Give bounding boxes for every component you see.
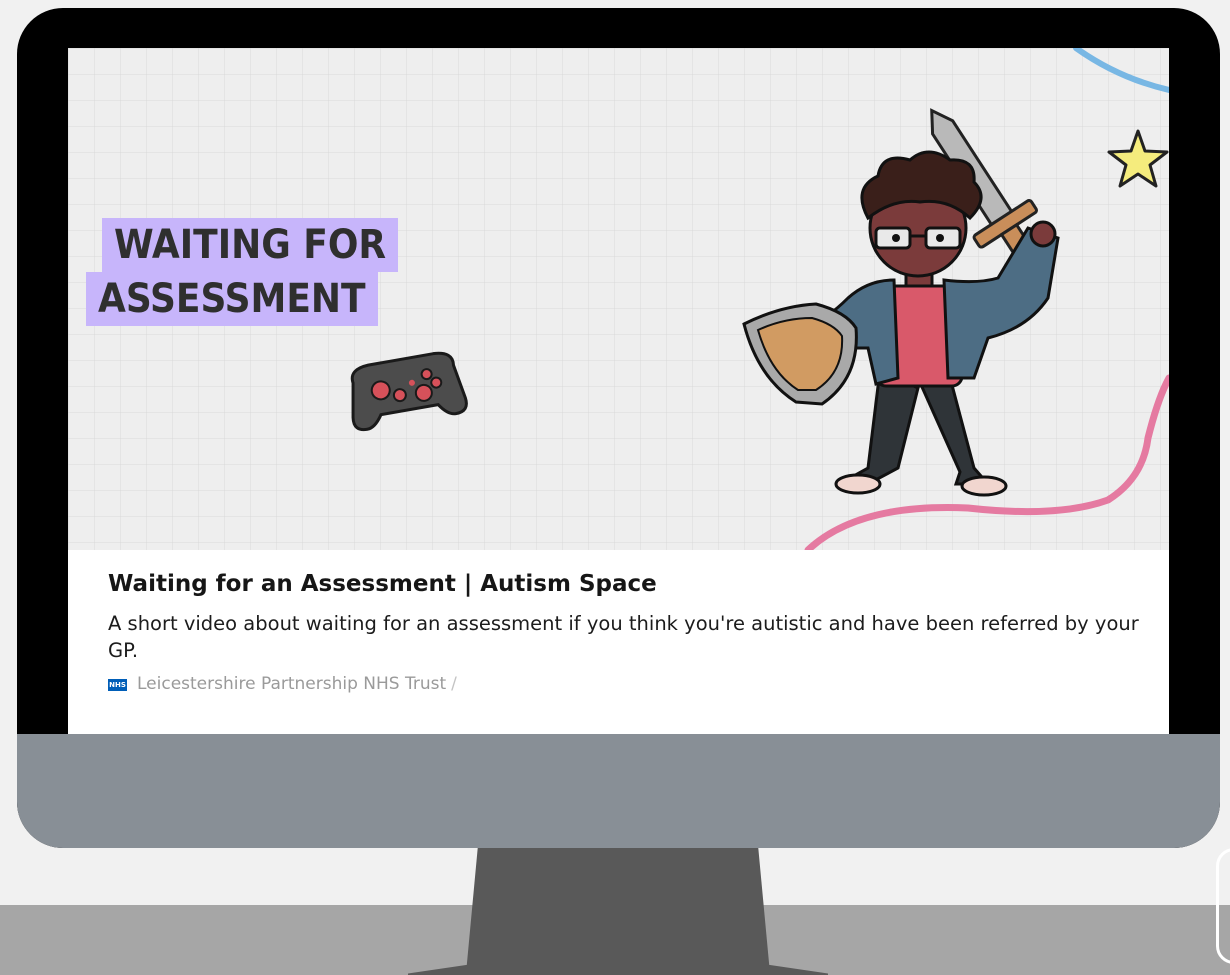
card-description: A short video about waiting for an asses…: [108, 612, 1139, 662]
card-body: Waiting for an Assessment | Autism Space…: [108, 568, 1148, 694]
monitor-chin: [17, 734, 1220, 848]
video-thumbnail[interactable]: WAITING FOR ASSESSMENT: [68, 48, 1169, 550]
monitor-stand: [408, 830, 828, 975]
headline-line-2: ASSESSMENT: [86, 272, 378, 326]
monitor: WAITING FOR ASSESSMENT Waiting for an As…: [17, 8, 1220, 848]
decorative-outline: [1216, 848, 1230, 964]
link-preview-card[interactable]: WAITING FOR ASSESSMENT Waiting for an As…: [68, 48, 1169, 734]
source-name: Leicestershire Partnership NHS Trust: [137, 674, 447, 694]
headline-line-1: WAITING FOR: [102, 218, 399, 272]
card-source[interactable]: NHS Leicestershire Partnership NHS Trust…: [108, 674, 1148, 694]
source-separator: /: [451, 674, 457, 694]
card-title[interactable]: Waiting for an Assessment | Autism Space: [108, 568, 1148, 600]
thumbnail-headline: WAITING FOR ASSESSMENT: [86, 218, 399, 326]
nhs-logo-icon: NHS: [108, 679, 127, 691]
